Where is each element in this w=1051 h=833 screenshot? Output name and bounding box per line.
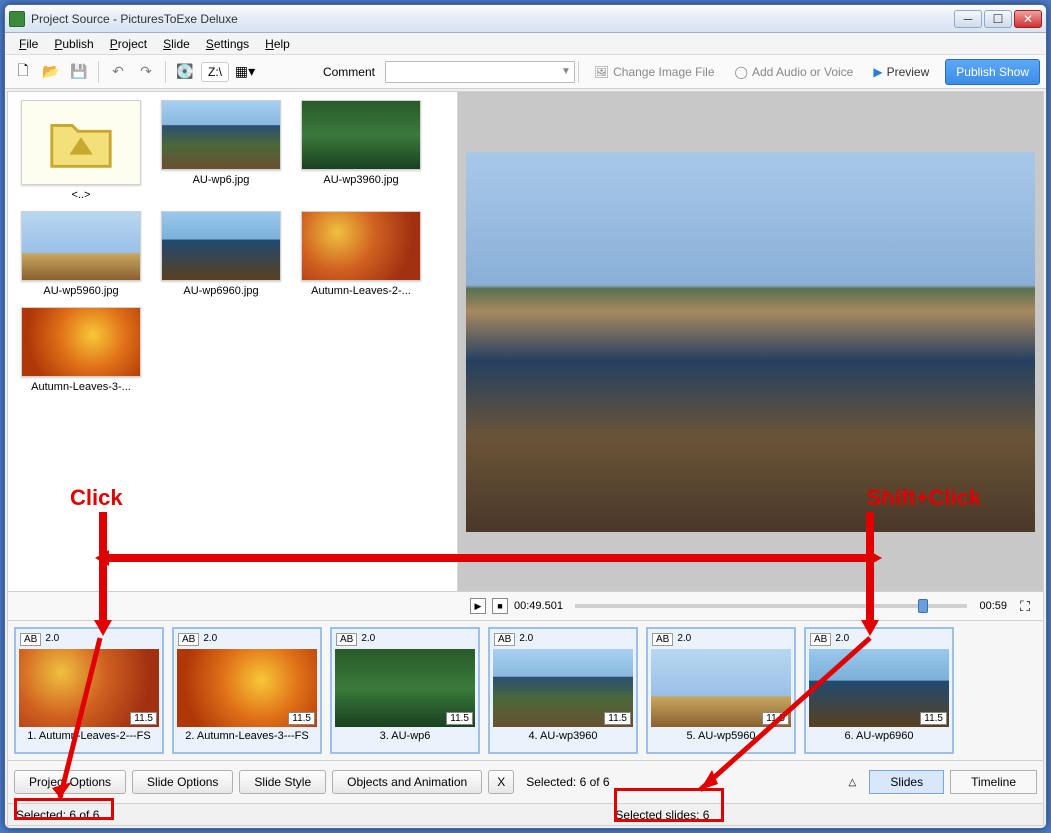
publish-show-button[interactable]: Publish Show: [945, 59, 1040, 85]
browser-item[interactable]: AU-wp6960.jpg: [156, 211, 286, 297]
slide-options-button[interactable]: Slide Options: [132, 770, 233, 794]
menu-slide[interactable]: Slide: [155, 35, 198, 53]
browser-item[interactable]: AU-wp3960.jpg: [296, 100, 426, 201]
maximize-button[interactable]: ☐: [984, 10, 1012, 28]
statusbar: Selected: 6 of 6 Selected slides: 6: [8, 803, 1043, 825]
stop-button[interactable]: ■: [492, 598, 508, 614]
browser-item[interactable]: <..>: [16, 100, 146, 201]
minimize-button[interactable]: ─: [954, 10, 982, 28]
selected-count: Selected: 6 of 6: [526, 775, 609, 789]
file-browser: <..>AU-wp6.jpgAU-wp3960.jpg AU-wp5960.jpg…: [8, 92, 458, 591]
audio-icon: ◯: [735, 65, 748, 79]
window-title: Project Source - PicturesToExe Deluxe: [31, 12, 954, 26]
redo-icon[interactable]: ↷: [134, 60, 158, 84]
new-icon[interactable]: 🗋: [11, 60, 35, 84]
slide-list: AB2.011.51. Autumn-Leaves-2---FSAB2.011.…: [8, 620, 1043, 760]
preview-pane: [458, 92, 1043, 591]
preview-image: [466, 152, 1035, 532]
slide-item[interactable]: AB2.011.55. AU-wp5960: [646, 627, 796, 754]
time-end: 00:59: [979, 600, 1007, 612]
comment-label: Comment: [323, 65, 375, 79]
app-window: Project Source - PicturesToExe Deluxe ─ …: [4, 4, 1047, 829]
close-button[interactable]: ✕: [1014, 10, 1042, 28]
annotation-shift-click: Shift+Click: [867, 485, 981, 511]
toolbar: 🗋 📂 💾 ↶ ↷ 💽 Z:\ ▦▾ Comment ▼ 🖼Change Ima…: [5, 55, 1046, 89]
menu-file[interactable]: File: [11, 35, 46, 53]
comment-input[interactable]: [385, 61, 575, 83]
view-icon[interactable]: ▦▾: [233, 60, 257, 84]
fullscreen-icon[interactable]: ⛶: [1013, 594, 1037, 618]
slide-item[interactable]: AB2.011.52. Autumn-Leaves-3---FS: [172, 627, 322, 754]
save-icon[interactable]: 💾: [67, 60, 91, 84]
menu-settings[interactable]: Settings: [198, 35, 257, 53]
annotation-click: Click: [70, 485, 123, 511]
image-icon: 🖼: [594, 65, 609, 79]
timeline-tab[interactable]: Timeline: [950, 770, 1037, 794]
preview-icon: ▶: [873, 65, 882, 79]
preview-button[interactable]: ▶Preview: [865, 65, 937, 79]
menu-publish[interactable]: Publish: [46, 35, 101, 53]
collapse-icon[interactable]: △: [841, 777, 863, 788]
x-button[interactable]: X: [488, 770, 514, 794]
time-current: 00:49.501: [514, 600, 563, 612]
slide-item[interactable]: AB2.011.51. Autumn-Leaves-2---FS: [14, 627, 164, 754]
menubar: File Publish Project Slide Settings Help: [5, 33, 1046, 55]
browser-item[interactable]: Autumn-Leaves-2-...: [296, 211, 426, 297]
app-icon: [9, 11, 25, 27]
browser-item[interactable]: AU-wp6.jpg: [156, 100, 286, 201]
titlebar: Project Source - PicturesToExe Deluxe ─ …: [5, 5, 1046, 33]
seek-slider[interactable]: [575, 604, 968, 608]
status-selected-files: Selected: 6 of 6: [8, 808, 107, 822]
undo-icon[interactable]: ↶: [106, 60, 130, 84]
slide-item[interactable]: AB2.011.53. AU-wp6: [330, 627, 480, 754]
add-audio-button[interactable]: ◯Add Audio or Voice: [727, 65, 862, 79]
playbar: ▶ ■ 00:49.501 00:59 ⛶: [8, 591, 1043, 620]
slide-item[interactable]: AB2.011.56. AU-wp6960: [804, 627, 954, 754]
slide-style-button[interactable]: Slide Style: [239, 770, 326, 794]
project-options-button[interactable]: Project Options: [14, 770, 126, 794]
bottom-toolbar: Project Options Slide Options Slide Styl…: [8, 760, 1043, 803]
browser-item[interactable]: AU-wp5960.jpg: [16, 211, 146, 297]
objects-animation-button[interactable]: Objects and Animation: [332, 770, 482, 794]
play-button[interactable]: ▶: [470, 598, 486, 614]
status-selected-slides: Selected slides: 6: [607, 808, 717, 822]
change-image-button[interactable]: 🖼Change Image File: [586, 65, 723, 79]
drive-selector[interactable]: Z:\: [201, 62, 229, 82]
browser-item[interactable]: Autumn-Leaves-3-...: [16, 307, 146, 393]
menu-help[interactable]: Help: [257, 35, 298, 53]
open-icon[interactable]: 📂: [39, 60, 63, 84]
menu-project[interactable]: Project: [102, 35, 155, 53]
drive-icon[interactable]: 💽: [173, 60, 197, 84]
slides-tab[interactable]: Slides: [869, 770, 944, 794]
slide-item[interactable]: AB2.011.54. AU-wp3960: [488, 627, 638, 754]
